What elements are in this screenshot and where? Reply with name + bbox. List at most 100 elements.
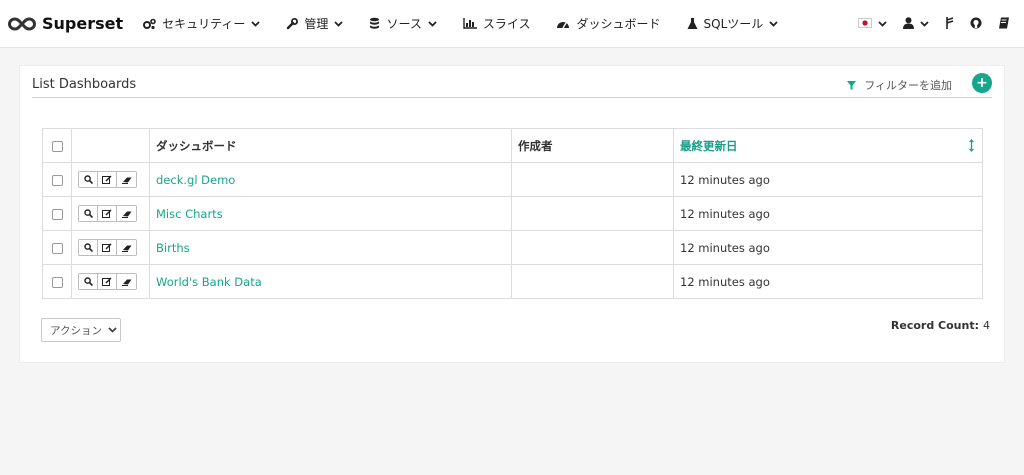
select-all-cell (42, 128, 72, 163)
delete-record-button[interactable] (117, 274, 136, 289)
wrench-icon (286, 17, 299, 30)
show-record-button[interactable] (79, 206, 98, 221)
dashboard-link[interactable]: deck.gl Demo (156, 173, 235, 187)
menu-sql-tools-label: SQLツール (703, 17, 764, 31)
dashboard-link[interactable]: Births (156, 241, 190, 255)
version-icon (945, 16, 954, 32)
delete-record-button[interactable] (117, 206, 136, 221)
cogs-icon (143, 18, 156, 30)
user-icon (903, 16, 914, 32)
record-count-value: 4 (983, 319, 990, 332)
row-checkbox[interactable] (51, 276, 63, 288)
dashboards-table: ダッシュボード 作成者 最終更新日 deck.gl Demo 12 minutes… (42, 128, 983, 299)
dashboard-link[interactable]: Misc Charts (156, 207, 223, 221)
row-checkbox[interactable] (51, 208, 63, 220)
main-menu: セキュリティー 管理 ソース スライス ダッシュボード SQLツール (143, 15, 804, 32)
table-row: Births 12 minutes ago (42, 230, 983, 265)
menu-sources[interactable]: ソース (369, 15, 437, 32)
chevron-down-icon (769, 20, 778, 27)
edit-record-button[interactable] (98, 240, 117, 255)
row-checkbox[interactable] (51, 174, 63, 186)
edit-icon (102, 207, 112, 221)
top-navbar: Superset セキュリティー 管理 ソース スライス ダッシュボード SQL… (0, 0, 1024, 48)
edit-record-button[interactable] (98, 274, 117, 289)
row-action-group (78, 239, 137, 256)
brand-logo[interactable]: Superset (8, 14, 123, 33)
row-select-cell (42, 162, 72, 197)
dashboard-icon (556, 18, 570, 29)
user-menu[interactable] (903, 16, 929, 32)
github-link[interactable] (970, 17, 982, 32)
row-select-cell (42, 264, 72, 299)
add-filter-label: フィルターを追加 (864, 79, 952, 92)
menu-manage-label: 管理 (304, 17, 329, 31)
row-actions-cell (71, 162, 150, 197)
row-select-cell (42, 230, 72, 265)
delete-record-button[interactable] (117, 172, 136, 187)
database-icon (369, 17, 380, 30)
actions-dropdown-label: アクション (50, 324, 102, 337)
edit-icon (102, 173, 112, 187)
modified-cell: 12 minutes ago (673, 162, 983, 197)
creator-cell (511, 230, 674, 265)
modified-cell: 12 minutes ago (673, 196, 983, 231)
panel-header: List Dashboards フィルターを追加 + (32, 66, 992, 98)
row-action-group (78, 205, 137, 222)
show-record-button[interactable] (79, 240, 98, 255)
plus-icon: + (976, 75, 988, 91)
modified-cell: 12 minutes ago (673, 230, 983, 265)
show-record-button[interactable] (79, 172, 98, 187)
creator-cell (511, 162, 674, 197)
row-checkbox[interactable] (51, 242, 63, 254)
sort-icon (969, 139, 974, 152)
delete-record-button[interactable] (117, 240, 136, 255)
navbar-right (842, 0, 1010, 48)
creator-cell (511, 196, 674, 231)
dashboard-link[interactable]: World's Bank Data (156, 275, 262, 289)
filter-icon (847, 80, 857, 90)
dashboard-name-cell: deck.gl Demo (149, 162, 512, 197)
eraser-icon (121, 241, 132, 255)
menu-slices-label: スライス (482, 17, 531, 31)
menu-dashboards[interactable]: ダッシュボード (556, 15, 661, 32)
language-menu[interactable] (858, 17, 887, 31)
actions-dropdown[interactable]: アクション (41, 318, 121, 342)
edit-record-button[interactable] (98, 206, 117, 221)
edit-icon (102, 241, 112, 255)
dashboard-name-cell: World's Bank Data (149, 264, 512, 299)
flask-icon (687, 17, 698, 30)
table-row: World's Bank Data 12 minutes ago (42, 264, 983, 299)
chevron-down-icon (878, 21, 887, 27)
column-header-modified[interactable]: 最終更新日 (673, 128, 983, 163)
select-all-checkbox[interactable] (51, 140, 63, 152)
row-select-cell (42, 196, 72, 231)
chevron-down-icon (920, 21, 929, 27)
brand-name: Superset (42, 14, 124, 33)
search-icon (83, 207, 93, 221)
dashboards-panel: List Dashboards フィルターを追加 + ダッシュボード 作成者 最… (19, 65, 1005, 363)
add-filter-button[interactable]: フィルターを追加 (847, 77, 952, 93)
column-header-creator[interactable]: 作成者 (511, 128, 674, 163)
eraser-icon (121, 275, 132, 289)
chevron-down-icon (108, 327, 117, 333)
edit-record-button[interactable] (98, 172, 117, 187)
modified-cell: 12 minutes ago (673, 264, 983, 299)
column-header-dashboard[interactable]: ダッシュボード (149, 128, 512, 163)
menu-slices[interactable]: スライス (463, 15, 531, 32)
page-title: List Dashboards (32, 77, 137, 92)
docs-link[interactable] (998, 17, 1010, 32)
github-icon (970, 17, 982, 32)
add-dashboard-button[interactable]: + (972, 73, 992, 93)
chevron-down-icon (251, 20, 261, 27)
row-action-group (78, 273, 137, 290)
record-count: Record Count: 4 (891, 319, 990, 332)
actions-header (71, 128, 150, 163)
show-record-button[interactable] (79, 274, 98, 289)
menu-security[interactable]: セキュリティー (143, 15, 261, 32)
menu-sources-label: ソース (386, 17, 422, 31)
column-header-modified-label: 最終更新日 (680, 138, 738, 153)
menu-security-label: セキュリティー (162, 17, 246, 31)
version-link[interactable] (945, 16, 954, 32)
menu-manage[interactable]: 管理 (286, 15, 344, 32)
menu-sql-tools[interactable]: SQLツール (687, 15, 779, 32)
